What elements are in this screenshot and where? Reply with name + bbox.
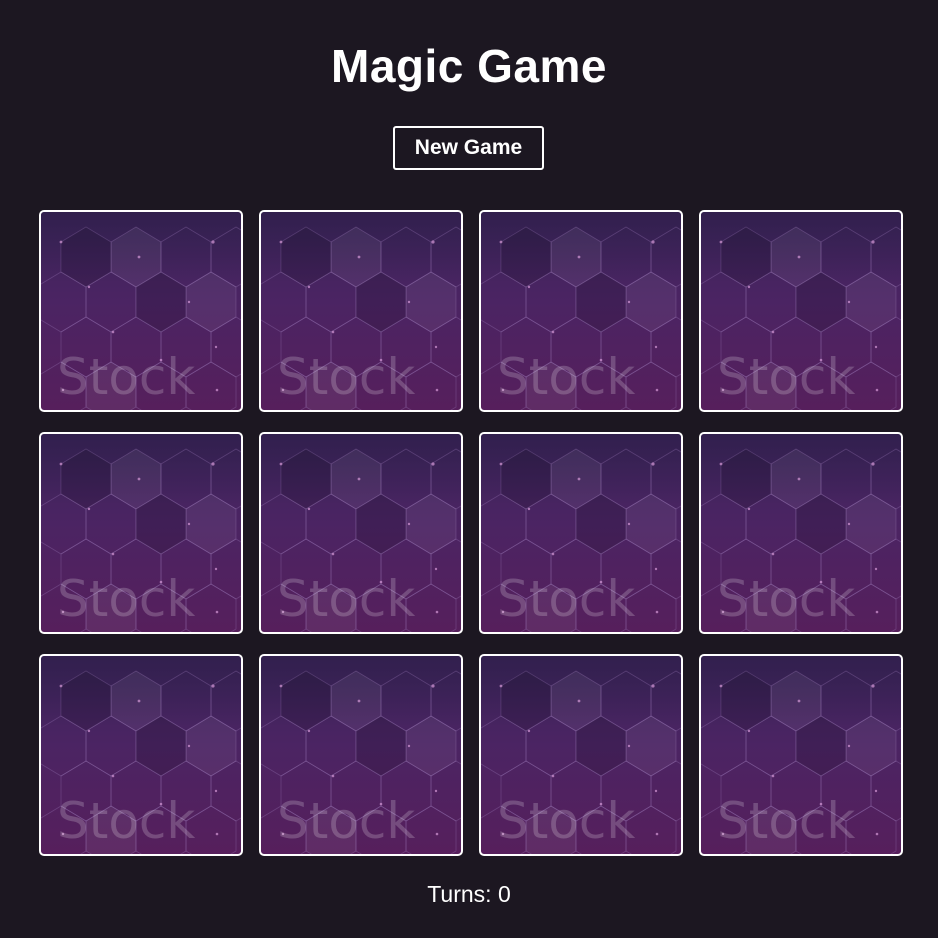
card-back[interactable]: Stock bbox=[259, 210, 463, 412]
watermark-text: Stock bbox=[497, 348, 635, 406]
watermark-text: Stock bbox=[717, 792, 855, 850]
watermark-text: Stock bbox=[717, 348, 855, 406]
hexagon-pattern-icon: Stock bbox=[701, 434, 901, 632]
hexagon-pattern-icon: Stock bbox=[701, 212, 901, 410]
card-grid: Stock Stock Stock Stock Stock Stock Stoc… bbox=[39, 210, 903, 856]
card-back[interactable]: Stock bbox=[699, 210, 903, 412]
hexagon-pattern-icon: Stock bbox=[41, 656, 241, 854]
hexagon-pattern-icon: Stock bbox=[481, 212, 681, 410]
watermark-text: Stock bbox=[497, 792, 635, 850]
watermark-text: Stock bbox=[277, 348, 415, 406]
watermark-text: Stock bbox=[277, 570, 415, 628]
card-back[interactable]: Stock bbox=[699, 432, 903, 634]
hexagon-pattern-icon: Stock bbox=[41, 434, 241, 632]
watermark-text: Stock bbox=[497, 570, 635, 628]
watermark-text: Stock bbox=[57, 570, 195, 628]
card-back[interactable]: Stock bbox=[259, 432, 463, 634]
watermark-text: Stock bbox=[57, 348, 195, 406]
hexagon-pattern-icon: Stock bbox=[261, 434, 461, 632]
watermark-text: Stock bbox=[57, 792, 195, 850]
hexagon-pattern-icon: Stock bbox=[701, 656, 901, 854]
game-app: Magic Game New Game Stock Stock Stock St… bbox=[0, 0, 938, 938]
card-back[interactable]: Stock bbox=[39, 654, 243, 856]
watermark-text: Stock bbox=[277, 792, 415, 850]
watermark-text: Stock bbox=[717, 570, 855, 628]
card-back[interactable]: Stock bbox=[259, 654, 463, 856]
page-title: Magic Game bbox=[331, 40, 607, 92]
hexagon-pattern-icon: Stock bbox=[261, 212, 461, 410]
hexagon-pattern-icon: Stock bbox=[481, 656, 681, 854]
hexagon-pattern-icon: Stock bbox=[481, 434, 681, 632]
turns-label: Turns: bbox=[427, 881, 492, 907]
card-back[interactable]: Stock bbox=[39, 210, 243, 412]
hexagon-pattern-icon: Stock bbox=[261, 656, 461, 854]
new-game-button[interactable]: New Game bbox=[393, 126, 544, 170]
card-back[interactable]: Stock bbox=[39, 432, 243, 634]
turns-counter: Turns: 0 bbox=[0, 878, 938, 910]
card-back[interactable]: Stock bbox=[479, 654, 683, 856]
card-back[interactable]: Stock bbox=[479, 210, 683, 412]
card-back[interactable]: Stock bbox=[479, 432, 683, 634]
turns-value: 0 bbox=[497, 881, 511, 907]
hexagon-pattern-icon: Stock bbox=[41, 212, 241, 410]
card-back[interactable]: Stock bbox=[699, 654, 903, 856]
